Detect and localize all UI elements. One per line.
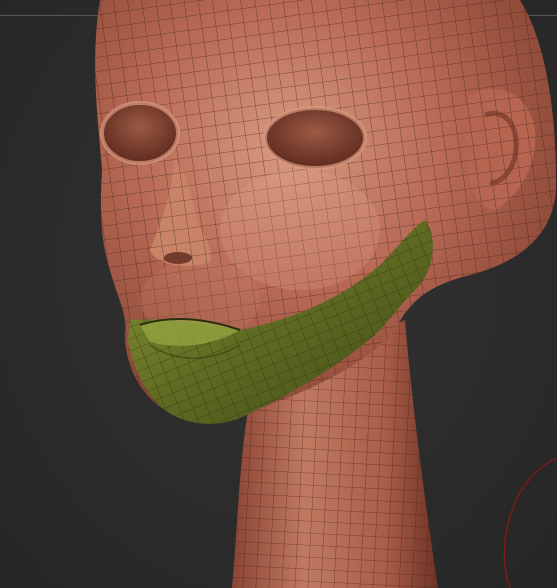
eye-socket-left	[100, 101, 180, 165]
head-mesh[interactable]	[0, 0, 557, 588]
3d-viewport[interactable]	[0, 0, 557, 588]
eye-socket-right	[263, 106, 367, 170]
